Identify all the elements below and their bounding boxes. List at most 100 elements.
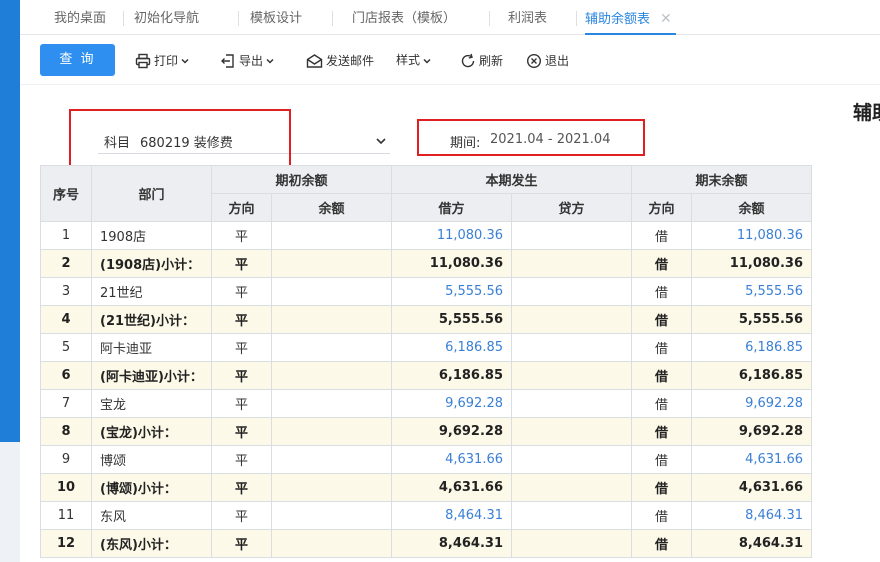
cell-dept: (博颂)小计： <box>91 473 212 502</box>
cell-open-balance <box>271 361 392 390</box>
chevron-down-icon <box>181 58 189 64</box>
close-icon[interactable]: ✕ <box>660 11 672 27</box>
tab-init-navigation[interactable]: 初始化导航 <box>134 0 199 35</box>
aux-balance-table: 序号 部门 期初余额 本期发生 期末余额 方向 余额 借方 贷方 方向 余额 1… <box>40 165 812 558</box>
cell-credit <box>511 529 632 558</box>
cell-close-balance: 8,464.31 <box>691 529 812 558</box>
subtotal-row[interactable]: 4 (21世纪)小计：平 5,555.56 借 5,555.56 <box>40 305 812 334</box>
cell-open-direction: 平 <box>211 333 272 362</box>
send-email-button[interactable]: 发送邮件 <box>306 50 374 70</box>
cell-open-direction: 平 <box>211 473 272 502</box>
cell-open-direction: 平 <box>211 361 272 390</box>
cell-close-direction: 借 <box>631 529 692 558</box>
cell-debit: 11,080.36 <box>391 221 512 250</box>
cell-credit <box>511 221 632 250</box>
cell-credit <box>511 473 632 502</box>
header-open-direction: 方向 <box>211 193 272 222</box>
subtotal-row[interactable]: 8 (宝龙)小计：平 9,692.28 借 9,692.28 <box>40 417 812 446</box>
subtotal-row[interactable]: 6 (阿卡迪亚)小计：平 6,186.85 借 6,186.85 <box>40 361 812 390</box>
cell-credit <box>511 389 632 418</box>
sidebar-accent <box>0 0 20 442</box>
cell-debit: 11,080.36 <box>391 249 512 278</box>
cell-close-balance: 8,464.31 <box>691 501 812 530</box>
email-icon <box>306 53 323 68</box>
cell-credit <box>511 501 632 530</box>
table-row[interactable]: 11 东风平 8,464.31 借 8,464.31 <box>40 501 812 530</box>
cell-close-direction: 借 <box>631 473 692 502</box>
table-row[interactable]: 3 21世纪平 5,555.56 借 5,555.56 <box>40 277 812 306</box>
subtotal-row[interactable]: 10 (博颂)小计：平 4,631.66 借 4,631.66 <box>40 473 812 502</box>
cell-close-direction: 借 <box>631 361 692 390</box>
cell-seq: 10 <box>40 473 92 502</box>
query-button[interactable]: 查 询 <box>40 44 115 76</box>
tab-bar: 我的桌面 初始化导航 模板设计 门店报表（模板） 利润表 辅助余额表 ✕ <box>20 0 880 35</box>
table-row[interactable]: 7 宝龙平 9,692.28 借 9,692.28 <box>40 389 812 418</box>
cell-open-balance <box>271 305 392 334</box>
cell-seq: 7 <box>40 389 92 418</box>
table-row[interactable]: 9 博颂平 4,631.66 借 4,631.66 <box>40 445 812 474</box>
cell-seq: 11 <box>40 501 92 530</box>
cell-close-balance: 6,186.85 <box>691 361 812 390</box>
header-debit: 借方 <box>391 193 512 222</box>
tab-aux-balance[interactable]: 辅助余额表 ✕ <box>585 0 676 35</box>
cell-debit: 5,555.56 <box>391 277 512 306</box>
tab-divider <box>238 11 239 26</box>
cell-close-balance: 5,555.56 <box>691 305 812 334</box>
style-dropdown[interactable]: 样式 <box>396 50 432 70</box>
cell-dept: 宝龙 <box>91 389 212 418</box>
cell-dept: (21世纪)小计： <box>91 305 212 334</box>
cell-open-direction: 平 <box>211 221 272 250</box>
cell-dept: (1908店)小计： <box>91 249 212 278</box>
subtotal-row[interactable]: 12 (东风)小计：平 8,464.31 借 8,464.31 <box>40 529 812 558</box>
tab-store-report[interactable]: 门店报表（模板） <box>352 0 456 35</box>
refresh-button[interactable]: 刷新 <box>460 50 503 70</box>
cell-credit <box>511 305 632 334</box>
cell-seq: 4 <box>40 305 92 334</box>
subtotal-row[interactable]: 2 (1908店)小计：平 11,080.36 借 11,080.36 <box>40 249 812 278</box>
cell-open-balance <box>271 221 392 250</box>
cell-open-balance <box>271 501 392 530</box>
cell-close-direction: 借 <box>631 501 692 530</box>
header-current: 本期发生 <box>391 165 632 194</box>
tab-my-desktop[interactable]: 我的桌面 <box>54 0 106 35</box>
cell-open-balance <box>271 445 392 474</box>
table-row[interactable]: 1 1908店平 11,080.36 借 11,080.36 <box>40 221 812 250</box>
table-row[interactable]: 5 阿卡迪亚平 6,186.85 借 6,186.85 <box>40 333 812 362</box>
exit-button[interactable]: 退出 <box>526 50 569 70</box>
header-dept: 部门 <box>91 165 212 222</box>
tab-profit-statement[interactable]: 利润表 <box>508 0 547 35</box>
cell-seq: 8 <box>40 417 92 446</box>
cell-credit <box>511 361 632 390</box>
cell-dept: 博颂 <box>91 445 212 474</box>
chevron-down-icon[interactable] <box>375 136 387 146</box>
tab-template-design[interactable]: 模板设计 <box>250 0 302 35</box>
cell-open-balance <box>271 473 392 502</box>
cell-debit: 8,464.31 <box>391 501 512 530</box>
cell-close-balance: 11,080.36 <box>691 249 812 278</box>
cell-close-direction: 借 <box>631 389 692 418</box>
print-button[interactable]: 打印 <box>135 50 190 70</box>
header-close-direction: 方向 <box>631 193 692 222</box>
cell-debit: 6,186.85 <box>391 333 512 362</box>
cell-close-direction: 借 <box>631 221 692 250</box>
cell-seq: 6 <box>40 361 92 390</box>
cell-close-direction: 借 <box>631 445 692 474</box>
export-button[interactable]: 导出 <box>220 50 275 70</box>
style-label: 样式 <box>396 53 421 67</box>
cell-debit: 9,692.28 <box>391 389 512 418</box>
cell-close-direction: 借 <box>631 305 692 334</box>
cell-close-balance: 9,692.28 <box>691 417 812 446</box>
cell-credit <box>511 277 632 306</box>
tab-divider <box>576 11 577 26</box>
cell-open-balance <box>271 249 392 278</box>
header-credit: 贷方 <box>511 193 632 222</box>
cell-dept: (宝龙)小计： <box>91 417 212 446</box>
highlight-box-period <box>417 119 645 156</box>
cell-close-balance: 4,631.66 <box>691 473 812 502</box>
cell-close-balance: 6,186.85 <box>691 333 812 362</box>
cell-debit: 6,186.85 <box>391 361 512 390</box>
cell-open-direction: 平 <box>211 445 272 474</box>
cell-credit <box>511 249 632 278</box>
cell-open-direction: 平 <box>211 249 272 278</box>
close-circle-icon <box>526 53 542 68</box>
